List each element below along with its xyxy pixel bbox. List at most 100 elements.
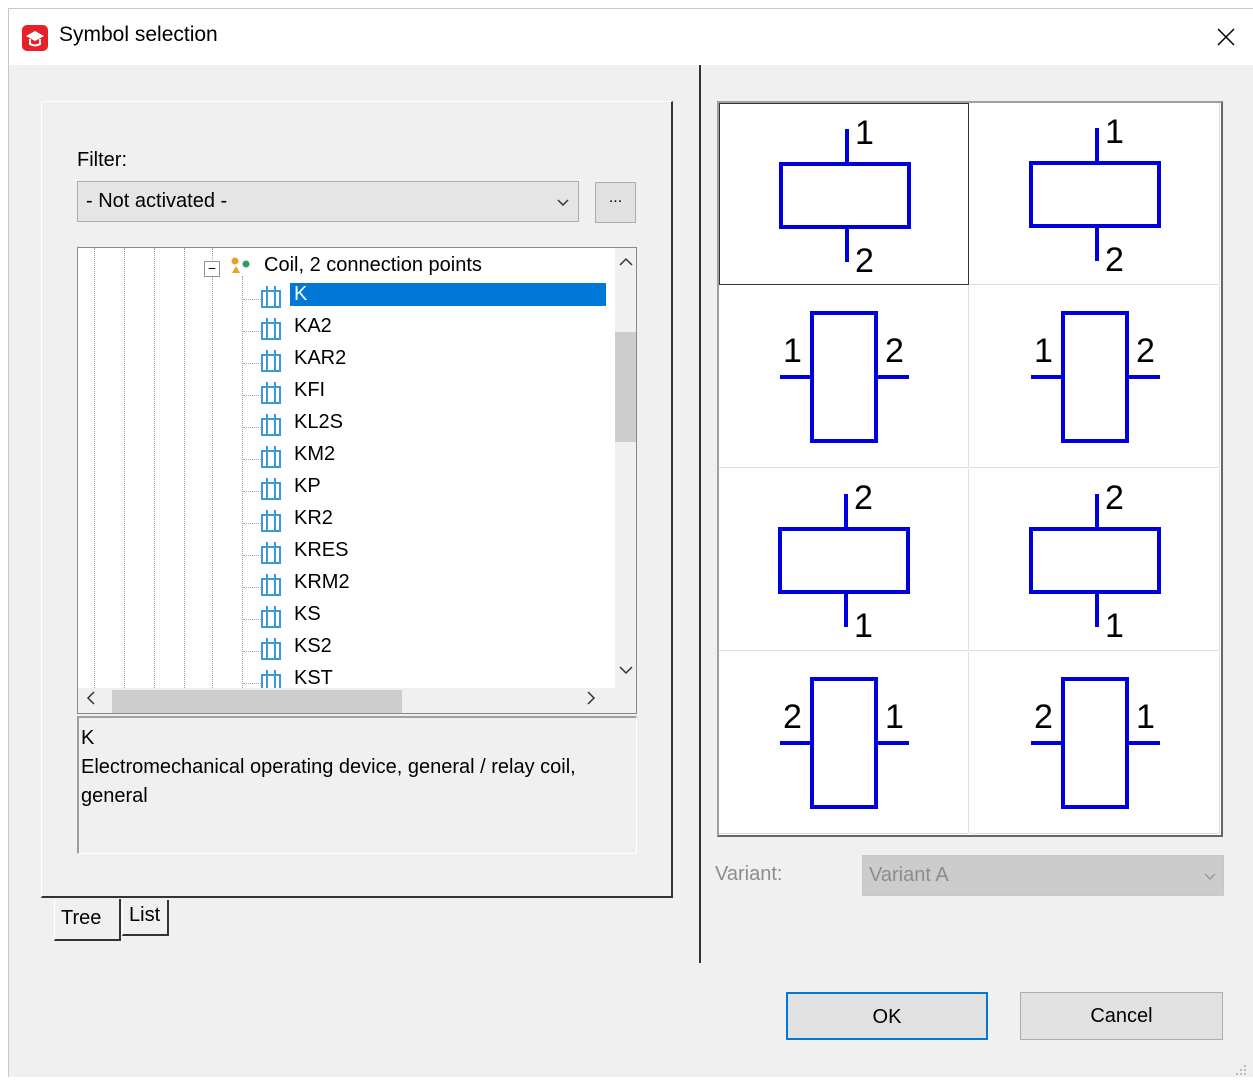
symbol-icon [261, 478, 281, 500]
chevron-up-icon[interactable] [619, 254, 633, 270]
tree-item-label: KST [294, 667, 333, 689]
symbol-variant-cell[interactable]: 12 [970, 103, 1220, 285]
tree-item-label: KRM2 [294, 571, 350, 593]
symbol-variant-cell[interactable]: 21 [719, 469, 969, 651]
variant-dropdown[interactable]: Variant A [862, 855, 1224, 896]
tree-connector [243, 299, 261, 300]
symbol-variant-cell[interactable]: 21 [719, 652, 969, 834]
svg-text:2: 2 [854, 479, 873, 517]
tree-item-label: KR2 [294, 507, 333, 529]
tree-connector [243, 587, 261, 588]
ok-button[interactable]: OK [786, 992, 988, 1040]
chevron-left-icon[interactable] [86, 690, 96, 711]
svg-text:2: 2 [1105, 479, 1124, 517]
symbol-variant-cell[interactable]: 12 [719, 286, 969, 468]
coil-symbol-icon: 21 [780, 677, 909, 809]
symbol-selection-dialog: Symbol selection Filter: - Not activated… [8, 8, 1253, 1077]
coil-symbol-icon: 12 [780, 311, 909, 443]
svg-text:1: 1 [1105, 607, 1124, 645]
tree-connector [243, 683, 261, 684]
tree-connector [243, 395, 261, 396]
tree-item-label: KRES [294, 539, 349, 561]
tab-tree[interactable]: Tree [54, 899, 121, 941]
tab-list[interactable]: List [122, 900, 169, 936]
tree-item-label: KP [294, 475, 321, 497]
svg-text:2: 2 [1105, 241, 1124, 279]
tree-connector [243, 331, 261, 332]
coil-symbol-icon: 21 [1029, 479, 1161, 645]
svg-text:2: 2 [1136, 332, 1155, 370]
chevron-down-icon[interactable] [619, 662, 633, 678]
svg-text:1: 1 [854, 607, 873, 645]
tree-item-label: KM2 [294, 443, 336, 465]
tree-guide-line [212, 248, 213, 688]
tree-item-label: KS [294, 603, 321, 625]
symbol-icon [261, 446, 281, 468]
filter-more-button[interactable]: ... [595, 182, 636, 223]
tree-connector [243, 523, 261, 524]
tree-horizontal-scrollbar[interactable] [78, 688, 636, 713]
svg-text:2: 2 [855, 242, 874, 280]
tree-connector [243, 619, 261, 620]
tree-parent-label[interactable]: Coil, 2 connection points [264, 254, 482, 277]
coil-symbol-icon: 21 [1031, 677, 1160, 809]
symbol-icon [261, 574, 281, 596]
symbol-variant-cell[interactable]: 12 [970, 286, 1220, 468]
coil-symbol-icon: 21 [778, 479, 910, 645]
tree-item-label: K [290, 283, 606, 306]
collapse-toggle[interactable]: − [204, 261, 220, 277]
tree-item-label: KS2 [294, 635, 332, 657]
tree-connector [243, 491, 261, 492]
app-icon [22, 25, 48, 51]
tree-guide-line [242, 276, 243, 713]
cancel-button[interactable]: Cancel [1020, 992, 1223, 1040]
coil-symbol-icon: 12 [1029, 113, 1161, 279]
filter-value: - Not activated - [86, 190, 228, 212]
tree-guide-line [184, 248, 185, 688]
tree-connector [243, 459, 261, 460]
svg-text:1: 1 [1034, 332, 1053, 370]
symbol-variant-cell[interactable]: 12 [719, 103, 969, 285]
symbol-variant-grid: 1212121221212121 [717, 101, 1223, 837]
svg-text:1: 1 [855, 114, 874, 152]
resize-grip-icon[interactable] [1235, 1059, 1247, 1075]
symbol-variant-cell[interactable]: 21 [970, 469, 1220, 651]
tree-connector [243, 427, 261, 428]
chevron-down-icon [556, 192, 570, 215]
chevron-down-icon [1203, 866, 1217, 889]
symbol-icon [261, 542, 281, 564]
description-text: Electromechanical operating device, gene… [81, 756, 576, 807]
variant-value: Variant A [869, 864, 949, 886]
svg-text:2: 2 [783, 698, 802, 736]
tree-item-label: KL2S [294, 411, 343, 433]
title-bar: Symbol selection [9, 9, 1253, 65]
symbol-icon [261, 606, 281, 628]
svg-text:1: 1 [885, 698, 904, 736]
symbol-description: K Electromechanical operating device, ge… [77, 716, 637, 854]
symbol-icon [261, 638, 281, 660]
symbol-icon [261, 350, 281, 372]
symbol-icon [261, 286, 281, 308]
symbol-tree[interactable]: − Coil, 2 connection points K KA2 KAR2 K… [77, 247, 637, 714]
symbol-variant-cell[interactable]: 21 [970, 652, 1220, 834]
close-icon [1217, 28, 1235, 46]
coil-symbol-icon: 12 [779, 114, 911, 280]
svg-text:2: 2 [885, 332, 904, 370]
filter-dropdown[interactable]: - Not activated - [77, 181, 579, 222]
variant-label: Variant: [715, 863, 783, 885]
chevron-right-icon[interactable] [586, 690, 596, 711]
vertical-scroll-thumb[interactable] [615, 332, 636, 442]
tree-guide-line [154, 248, 155, 688]
svg-text:1: 1 [1136, 698, 1155, 736]
svg-text:2: 2 [1034, 698, 1053, 736]
close-button[interactable] [1198, 9, 1253, 65]
tree-item-label: KA2 [294, 315, 332, 337]
tree-vertical-scrollbar[interactable] [615, 248, 636, 688]
horizontal-scroll-thumb[interactable] [112, 690, 402, 713]
svg-text:1: 1 [783, 332, 802, 370]
filter-label: Filter: [77, 149, 127, 171]
group-icon [230, 256, 252, 282]
svg-text:1: 1 [1105, 113, 1124, 151]
tree-connector [243, 555, 261, 556]
tree-connector [243, 651, 261, 652]
